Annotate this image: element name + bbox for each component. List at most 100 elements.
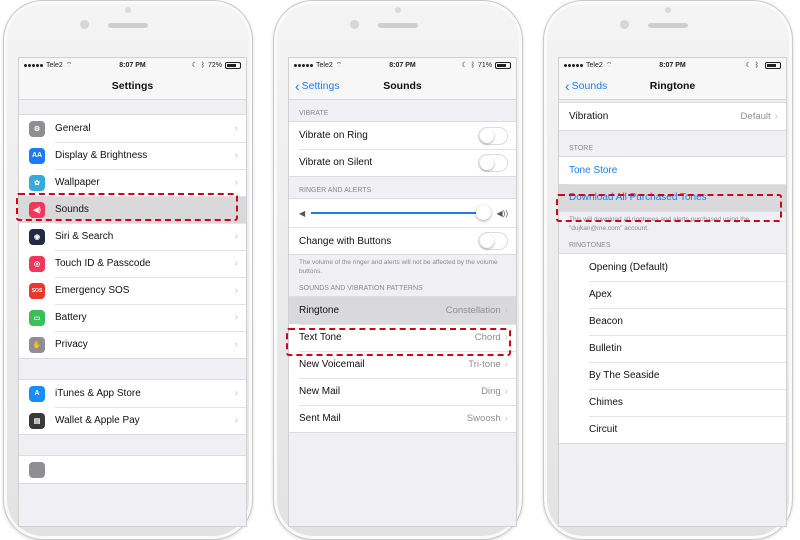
settings-row-app-store[interactable]: AiTunes & App Store › bbox=[19, 380, 246, 407]
change-with-buttons-row: Change with Buttons bbox=[289, 227, 516, 254]
change-with-buttons-toggle[interactable] bbox=[478, 232, 508, 250]
nav-bar: ‹ Settings Sounds bbox=[289, 72, 516, 100]
page-title: Settings bbox=[111, 79, 154, 92]
section-header-patterns: SOUNDS AND VIBRATION PATTERNS bbox=[299, 284, 423, 292]
text-tone-row[interactable]: Text Tone Chord › bbox=[289, 323, 516, 351]
volume-slider-row: ◀ ◀)) bbox=[289, 199, 516, 227]
nav-bar: ‹ Sounds Ringtone bbox=[559, 72, 786, 100]
wallet-icon: ▤ bbox=[29, 412, 45, 429]
settings-row-battery[interactable]: ▭ Battery › bbox=[19, 304, 246, 331]
section-header-store: STORE bbox=[569, 145, 593, 152]
settings-row-wallpaper[interactable]: ✿ Wallpaper › bbox=[19, 169, 246, 196]
camera bbox=[620, 20, 629, 29]
app-store-icon: A bbox=[29, 385, 45, 402]
ringtone-item[interactable]: Beacon bbox=[559, 307, 786, 335]
settings-row-privacy[interactable]: ✋ Privacy › bbox=[19, 331, 246, 358]
fingerprint-icon: ◎ bbox=[29, 255, 45, 272]
sos-icon: SOS bbox=[29, 282, 45, 299]
section-header-vibrate: VIBRATE bbox=[299, 110, 329, 117]
section-header-ringtones: RINGTONES bbox=[569, 241, 611, 249]
volume-low-icon: ◀ bbox=[299, 208, 306, 218]
vibrate-on-ring-toggle[interactable] bbox=[478, 126, 508, 145]
status-bar: Tele2 ⌔ 8:07 PM ☾ ᛒ 71% bbox=[289, 58, 516, 72]
chevron-right-icon: › bbox=[234, 388, 238, 399]
volume-high-icon: ◀)) bbox=[496, 208, 508, 218]
ringtones-list: Opening (Default) Apex Beacon Bulletin B… bbox=[559, 252, 786, 444]
volume-slider[interactable] bbox=[311, 205, 492, 220]
ringtone-row[interactable]: Ringtone Constellation › bbox=[289, 296, 516, 324]
back-button[interactable]: ‹ Sounds bbox=[565, 72, 607, 100]
tone-store-link[interactable]: Tone Store bbox=[559, 157, 786, 184]
camera bbox=[350, 20, 359, 29]
chevron-right-icon: › bbox=[234, 177, 238, 188]
sensor bbox=[665, 7, 671, 13]
vibration-row[interactable]: Vibration Default › bbox=[559, 103, 786, 130]
ringtone-item[interactable]: Apex bbox=[559, 280, 786, 308]
hand-icon: ✋ bbox=[29, 336, 45, 353]
ringer-note: The volume of the ringer and alerts will… bbox=[299, 259, 498, 275]
gear-icon: ⚙ bbox=[29, 120, 45, 137]
download-all-tones-link[interactable]: Download All Purchased Tones bbox=[559, 184, 786, 211]
settings-row-touch-id[interactable]: ◎ Touch ID & Passcode › bbox=[19, 250, 246, 277]
clock: 8:07 PM bbox=[119, 61, 146, 69]
vibrate-on-ring-row: Vibrate on Ring bbox=[289, 122, 516, 149]
sensor bbox=[125, 7, 131, 13]
battery-icon bbox=[765, 61, 781, 69]
page-title: Sounds bbox=[383, 79, 422, 92]
settings-row-general[interactable]: ⚙ General › bbox=[19, 115, 246, 142]
ringtone-item[interactable]: Circuit bbox=[559, 415, 786, 443]
chevron-right-icon: › bbox=[774, 111, 778, 122]
status-bar: Tele2 ⌔ 8:07 PM ☾ ᛒ 72% bbox=[19, 58, 246, 72]
chevron-right-icon: › bbox=[234, 415, 238, 426]
sent-mail-row[interactable]: Sent Mail Swoosh › bbox=[289, 404, 516, 432]
status-bar: Tele2 ⌔ 8:07 PM ☾ ᛒ bbox=[559, 58, 786, 72]
earpiece-speaker bbox=[108, 23, 148, 28]
chevron-right-icon: › bbox=[234, 123, 238, 134]
ringtone-item[interactable]: By The Seaside bbox=[559, 361, 786, 389]
vibration-group: Vibration Default › bbox=[559, 102, 786, 131]
earpiece-speaker bbox=[378, 23, 418, 28]
new-voicemail-row[interactable]: New Voicemail Tri-tone › bbox=[289, 350, 516, 378]
settings-row-display[interactable]: AA Display & Brightness › bbox=[19, 142, 246, 169]
nav-bar: Settings bbox=[19, 72, 246, 100]
phone-sounds: Tele2 ⌔ 8:07 PM ☾ ᛒ 71% ‹ Settings Sounds VI… bbox=[273, 0, 523, 540]
screen: Tele2 ⌔ 8:07 PM ☾ ᛒ 71% ‹ Settings Sounds VI… bbox=[288, 57, 517, 527]
settings-group-2: AiTunes & App Store › ▤ Wallet & Apple Pay… bbox=[19, 379, 246, 435]
chevron-right-icon: › bbox=[504, 385, 508, 397]
speaker-icon: ◀) bbox=[29, 201, 45, 218]
vibrate-on-silent-toggle[interactable] bbox=[478, 153, 508, 172]
settings-row-sos[interactable]: SOS Emergency SOS › bbox=[19, 277, 246, 304]
chevron-right-icon: › bbox=[504, 412, 508, 424]
patterns-group: Ringtone Constellation › Text Tone Chord › N… bbox=[289, 295, 516, 433]
chevron-left-icon: ‹ bbox=[295, 78, 300, 94]
page-title: Ringtone bbox=[649, 79, 696, 92]
chevron-right-icon: › bbox=[504, 304, 508, 316]
ringtone-item[interactable]: Opening (Default) bbox=[559, 254, 786, 281]
back-button[interactable]: ‹ Settings bbox=[295, 72, 340, 100]
chevron-right-icon: › bbox=[504, 331, 508, 343]
chevron-right-icon: › bbox=[234, 204, 238, 215]
settings-row-siri[interactable]: ◉ Siri & Search › bbox=[19, 223, 246, 250]
settings-row-wallet[interactable]: ▤ Wallet & Apple Pay › bbox=[19, 407, 246, 434]
volume-slider-thumb[interactable] bbox=[476, 205, 492, 220]
settings-row-sounds[interactable]: ◀) Sounds › bbox=[19, 196, 246, 223]
section-header-ringer: RINGER AND ALERTS bbox=[299, 187, 372, 194]
earpiece-speaker bbox=[648, 23, 688, 28]
vibrate-group: Vibrate on Ring Vibrate on Silent bbox=[289, 121, 516, 177]
settings-row-partial[interactable] bbox=[19, 456, 246, 483]
phone-ringtone: Tele2 ⌔ 8:07 PM ☾ ᛒ ‹ Sounds Ringtone Vibra… bbox=[543, 0, 793, 540]
ringtone-item[interactable]: Bulletin bbox=[559, 334, 786, 362]
chevron-right-icon: › bbox=[234, 258, 238, 269]
chevron-right-icon: › bbox=[234, 150, 238, 161]
chevron-right-icon: › bbox=[504, 358, 508, 370]
clock: 8:07 PM bbox=[659, 61, 686, 69]
wallpaper-icon: ✿ bbox=[29, 174, 45, 191]
ringtone-item[interactable]: Chimes bbox=[559, 388, 786, 416]
battery-icon bbox=[225, 61, 241, 69]
new-mail-row[interactable]: New Mail Ding › bbox=[289, 377, 516, 405]
chevron-right-icon: › bbox=[234, 231, 238, 242]
battery-icon bbox=[495, 61, 511, 69]
settings-group-1: ⚙ General › AA Display & Brightness › ✿ Wallp… bbox=[19, 114, 246, 359]
chevron-left-icon: ‹ bbox=[565, 78, 570, 94]
display-icon: AA bbox=[29, 147, 45, 164]
